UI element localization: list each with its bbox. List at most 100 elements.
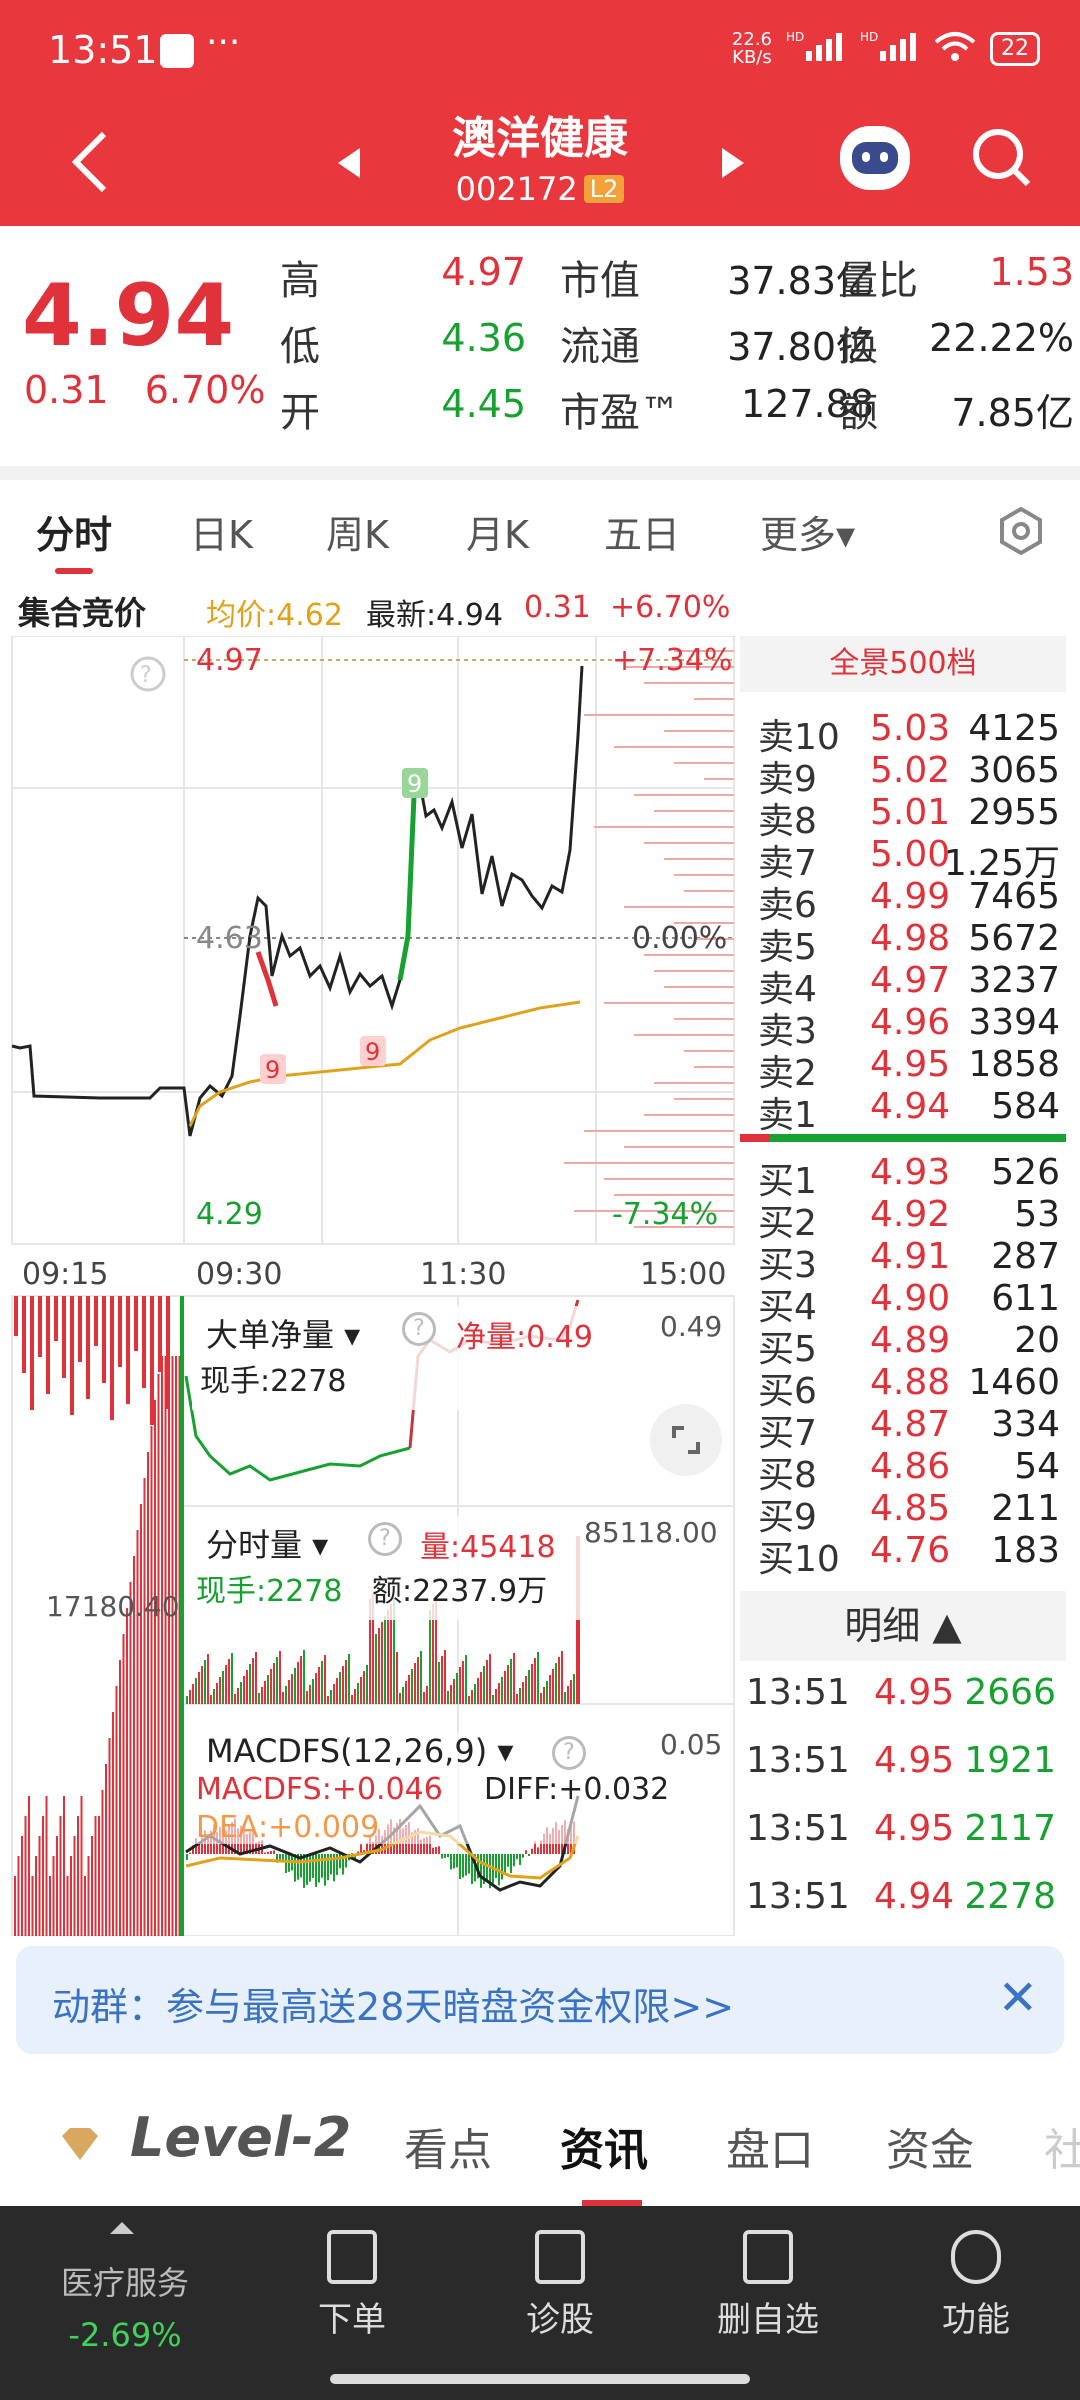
buy-row[interactable]: 买1 4.93 526: [740, 1152, 1066, 1202]
tab-more[interactable]: 更多▾: [760, 504, 855, 559]
level2-label[interactable]: Level-2: [130, 2106, 351, 2169]
detail-row[interactable]: 13:51 4.95 2117: [740, 1808, 1066, 1858]
help-icon[interactable]: ?: [368, 1522, 402, 1556]
volume-bar: [366, 1665, 368, 1704]
search-icon[interactable]: [970, 126, 1034, 190]
volume-max-value: 85118.00: [584, 1516, 718, 1549]
high-price-label: 4.97: [196, 643, 263, 678]
buy-row[interactable]: 买4 4.90 611: [740, 1278, 1066, 1328]
promo-banner[interactable]: 动群：参与最高送28天暗盘资金权限>> ✕: [16, 1946, 1064, 2054]
settings-icon[interactable]: [996, 506, 1046, 556]
tab-daily-k[interactable]: 日K: [190, 504, 253, 559]
order-icon: [327, 2230, 377, 2284]
auction-top-bar: [118, 1296, 122, 1367]
diagnose-button[interactable]: 诊股: [470, 2230, 650, 2341]
tab-highlights[interactable]: 看点: [404, 2114, 492, 2178]
buy-row-price: 4.93: [870, 1152, 951, 1193]
quote-label: 开: [280, 390, 320, 436]
sector-change: -2.69%: [68, 2316, 182, 2354]
expand-icon[interactable]: [650, 1404, 722, 1476]
sell-row[interactable]: 卖6 4.99 7465: [740, 876, 1066, 926]
flow-net: 净量:0.49: [456, 1320, 593, 1355]
buy-row[interactable]: 买6 4.88 1460: [740, 1362, 1066, 1412]
volume-bar: [405, 1681, 407, 1704]
expand-up-icon[interactable]: [108, 2220, 136, 2236]
quote-value: 1.53: [989, 250, 1074, 294]
sell-row[interactable]: 卖9 5.02 3065: [740, 750, 1066, 800]
macd-bar: [501, 1854, 503, 1880]
auction-bar: [84, 1876, 86, 1936]
depth-bar: [624, 906, 734, 908]
robot-assistant-icon[interactable]: [840, 126, 910, 190]
sell-row[interactable]: 卖8 5.01 2955: [740, 792, 1066, 842]
volume-bar: [339, 1672, 341, 1704]
sell-row-volume: 1858: [968, 1044, 1060, 1085]
stock-code: 002172: [455, 170, 578, 208]
volume-bar: [501, 1677, 503, 1704]
promo-text[interactable]: 动群：参与最高送28天暗盘资金权限>>: [52, 1976, 734, 2031]
buy-row[interactable]: 买10 4.76 183: [740, 1530, 1066, 1580]
volume-bar: [222, 1671, 224, 1704]
volume-bar: [270, 1669, 272, 1704]
volume-bar: [288, 1680, 290, 1704]
help-icon[interactable]: ?: [552, 1736, 586, 1770]
tab-order-panel[interactable]: 盘口: [726, 2114, 814, 2178]
macd-bar: [462, 1854, 464, 1878]
macdfs-value: MACDFS:+0.046: [196, 1772, 443, 1807]
help-icon[interactable]: ?: [402, 1312, 436, 1346]
functions-button[interactable]: 功能: [886, 2230, 1066, 2341]
depth-bar: [634, 794, 734, 796]
sell-row[interactable]: 卖3 4.96 3394: [740, 1002, 1066, 1052]
next-stock-icon[interactable]: [720, 146, 746, 180]
auction-bar: [77, 1816, 79, 1936]
buy-row[interactable]: 买8 4.86 54: [740, 1446, 1066, 1496]
sell-row-label: 卖1: [758, 1095, 817, 1136]
diagnose-icon: [535, 2230, 585, 2284]
auction-top-bar: [110, 1296, 114, 1420]
latest-pct: +6.70%: [610, 590, 731, 625]
buy-row[interactable]: 买3 4.91 287: [740, 1236, 1066, 1286]
tab-community[interactable]: 社: [1044, 2114, 1080, 2178]
sell-row[interactable]: 卖7 5.00 1.25万: [740, 834, 1066, 884]
volume-bar: [510, 1659, 512, 1704]
buy-row[interactable]: 买7 4.87 334: [740, 1404, 1066, 1454]
volume-title[interactable]: 分时量 ▾: [206, 1520, 328, 1566]
tab-news[interactable]: 资讯: [560, 2114, 648, 2178]
order-button[interactable]: 下单: [262, 2230, 442, 2341]
macd-bar: [186, 1854, 188, 1860]
flow-title[interactable]: 大单净量 ▾: [206, 1310, 360, 1356]
sector-name[interactable]: 医疗服务: [40, 2258, 210, 2304]
tab-intraday[interactable]: 分时: [36, 504, 112, 559]
buy-row[interactable]: 买2 4.92 53: [740, 1194, 1066, 1244]
sell-row[interactable]: 卖5 4.98 5672: [740, 918, 1066, 968]
buy-row[interactable]: 买5 4.89 20: [740, 1320, 1066, 1370]
close-icon[interactable]: ✕: [998, 1970, 1038, 2026]
intraday-chart[interactable]: 9 9 9 ? 4.97 +7.34% 4.63 0.00% 4.29 -7.3…: [0, 635, 740, 1937]
detail-header[interactable]: 明细 ▲: [740, 1591, 1066, 1661]
sell-row[interactable]: 卖2 4.95 1858: [740, 1044, 1066, 1094]
book-title[interactable]: 全景500档: [740, 636, 1066, 692]
remove-watchlist-button[interactable]: 删自选: [678, 2230, 858, 2341]
auction-bar: [42, 1816, 44, 1936]
sell-row[interactable]: 卖10 5.03 4125: [740, 708, 1066, 758]
sell-row[interactable]: 卖4 4.97 3237: [740, 960, 1066, 1010]
bottom-tabs: Level-2 看点 资讯 盘口 资金 社: [0, 2078, 1080, 2206]
auction-top-bar: [102, 1296, 106, 1383]
detail-row[interactable]: 13:51 4.94 2278: [740, 1876, 1066, 1926]
low-price-label: 4.29: [196, 1197, 263, 1232]
volume-bar: [477, 1678, 479, 1704]
tab-five-day[interactable]: 五日: [604, 504, 680, 559]
quote-value: 7.85亿: [951, 391, 1074, 435]
home-indicator[interactable]: [330, 2374, 750, 2384]
sell-row[interactable]: 卖1 4.94 584: [740, 1086, 1066, 1136]
tab-monthly-k[interactable]: 月K: [466, 504, 529, 559]
sell-row-price: 4.94: [870, 1086, 951, 1127]
detail-row[interactable]: 13:51 4.95 1921: [740, 1740, 1066, 1790]
depth-bar: [664, 858, 734, 860]
macd-title[interactable]: MACDFS(12,26,9) ▾: [206, 1732, 513, 1770]
buy-row[interactable]: 买9 4.85 211: [740, 1488, 1066, 1538]
detail-row[interactable]: 13:51 4.95 2666: [740, 1672, 1066, 1722]
tab-weekly-k[interactable]: 周K: [326, 504, 389, 559]
macd-bar: [450, 1854, 452, 1870]
tab-funds[interactable]: 资金: [886, 2114, 974, 2178]
